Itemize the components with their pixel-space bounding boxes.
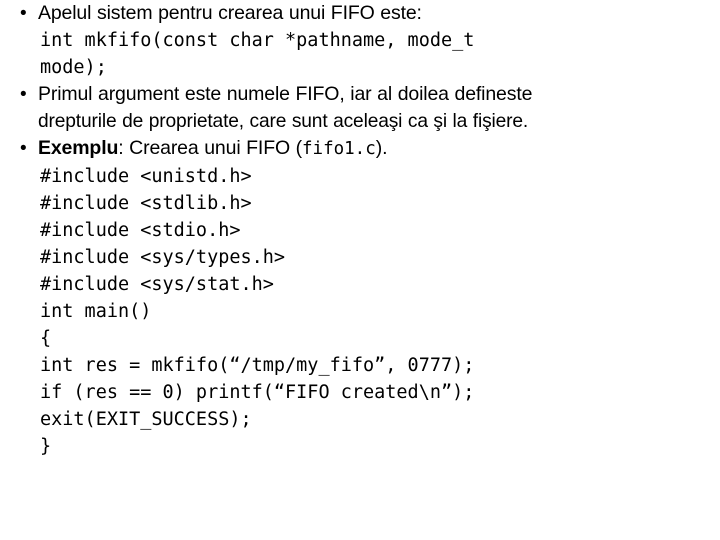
bullet-item-3-text: Exemplu: Crearea unui FIFO (fifo1.c). <box>38 135 706 163</box>
bullet-item-3: • Exemplu: Crearea unui FIFO (fifo1.c). <box>0 135 720 163</box>
bullet-item-3-filename: fifo1.c <box>302 139 376 159</box>
bullet-item-2-continuation-text: drepturile de proprietate, care sunt ace… <box>38 111 529 132</box>
bullet-item-3-text-tail: ). <box>375 137 388 159</box>
code-line-mkfifo-call: int res = mkfifo(“/tmp/my_fifo”, 0777); <box>0 352 720 379</box>
code-line-text: mode); <box>40 57 107 78</box>
bullet-item-2-continuation: drepturile de proprietate, care sunt ace… <box>0 108 720 135</box>
code-line-signature-2: mode); <box>0 54 720 81</box>
code-line-main: int main() <box>0 298 720 325</box>
code-line-signature-1: int mkfifo(const char *pathname, mode_t <box>0 27 720 54</box>
bullet-point-icon: • <box>20 138 27 159</box>
code-line-include-sys-types: #include <sys/types.h> <box>0 244 720 271</box>
code-line-brace-open: { <box>0 325 720 352</box>
code-line-if-printf: if (res == 0) printf(“FIFO created\n”); <box>0 379 720 406</box>
bullet-item-2: • Primul argument este numele FIFO, iar … <box>0 81 720 108</box>
code-line-text: #include <unistd.h> <box>40 166 252 187</box>
code-line-text: #include <sys/types.h> <box>40 247 286 268</box>
code-line-include-unistd: #include <unistd.h> <box>0 163 720 190</box>
code-line-text: } <box>40 436 52 457</box>
code-line-text: int res = mkfifo(“/tmp/my_fifo”, 0777); <box>40 355 475 376</box>
presentation-slide: • Apelul sistem pentru crearea unui FIFO… <box>0 0 720 540</box>
bullet-point-icon: • <box>20 84 27 105</box>
bullet-item-1: • Apelul sistem pentru crearea unui FIFO… <box>0 0 720 27</box>
code-line-text: #include <sys/stat.h> <box>40 274 274 295</box>
code-line-text: if (res == 0) printf(“FIFO created\n”); <box>40 382 475 403</box>
code-line-brace-close: } <box>0 433 720 460</box>
bullet-item-1-text: Apelul sistem pentru crearea unui FIFO e… <box>38 2 422 24</box>
bullet-item-3-label: Exemplu <box>38 137 119 159</box>
bullet-point-icon: • <box>20 3 27 24</box>
code-line-text: int mkfifo(const char *pathname, mode_t <box>40 30 475 51</box>
slide-content-body: • Apelul sistem pentru crearea unui FIFO… <box>0 0 720 460</box>
code-line-include-stdio: #include <stdio.h> <box>0 217 720 244</box>
code-line-text: #include <stdio.h> <box>40 220 241 241</box>
code-line-text: { <box>40 328 52 349</box>
code-line-text: exit(EXIT_SUCCESS); <box>40 409 252 430</box>
code-line-exit: exit(EXIT_SUCCESS); <box>0 406 720 433</box>
code-line-text: #include <stdlib.h> <box>40 193 252 214</box>
bullet-item-2-text: Primul argument este numele FIFO, iar al… <box>38 83 533 105</box>
code-line-text: int main() <box>40 301 152 322</box>
code-line-include-stdlib: #include <stdlib.h> <box>0 190 720 217</box>
bullet-item-3-text-after-label: : Crearea unui FIFO ( <box>118 137 302 159</box>
code-line-include-sys-stat: #include <sys/stat.h> <box>0 271 720 298</box>
